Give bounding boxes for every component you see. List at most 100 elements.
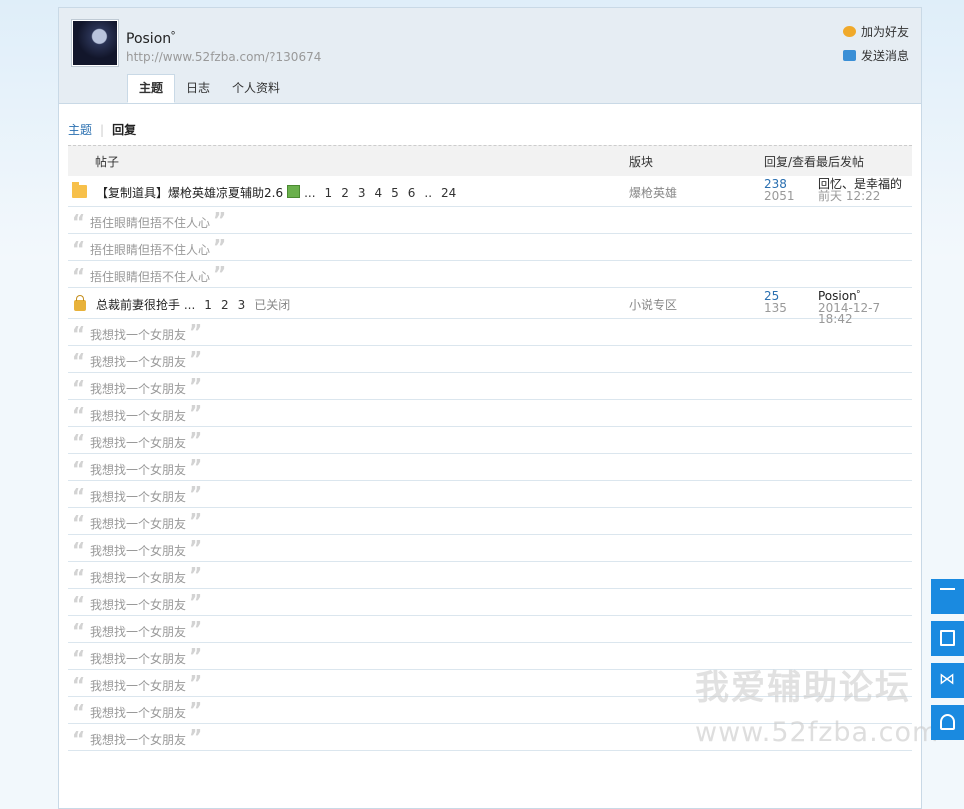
- reply-quote-text[interactable]: 捂住眼睛但捂不住人心”: [90, 261, 226, 290]
- reply-quote: “我想找一个女朋友”: [68, 346, 912, 373]
- page-link[interactable]: 3: [358, 186, 366, 200]
- open-quote-icon: “: [72, 592, 86, 616]
- thread-title[interactable]: 【复制道具】爆枪英雄凉夏辅助2.6: [96, 186, 283, 200]
- open-quote-icon: “: [72, 673, 86, 697]
- document-icon: [940, 630, 955, 646]
- reply-quote: “我想找一个女朋友”: [68, 589, 912, 616]
- header-post: 帖子: [95, 154, 120, 169]
- add-friend-icon: [842, 25, 856, 37]
- watermark-url: www.52fzba.com: [695, 717, 940, 748]
- thread-title[interactable]: 总裁前妻很抢手: [96, 298, 180, 312]
- reply-quote-text[interactable]: 我想找一个女朋友”: [90, 454, 202, 483]
- reply-quote-text[interactable]: 我想找一个女朋友”: [90, 535, 202, 564]
- message-icon: [842, 49, 856, 61]
- close-quote-icon: ”: [189, 428, 203, 452]
- close-quote-icon: ”: [189, 455, 203, 479]
- reply-quote-text[interactable]: 我想找一个女朋友”: [90, 400, 202, 429]
- open-quote-icon: “: [72, 457, 86, 481]
- reply-quote-text[interactable]: 捂住眼睛但捂不住人心”: [90, 234, 226, 263]
- reply-quote-text[interactable]: 我想找一个女朋友”: [90, 724, 202, 753]
- header-stats-last: 回复/查看最后发帖: [764, 153, 864, 170]
- user-button[interactable]: [931, 705, 964, 740]
- thread-row[interactable]: 【复制道具】爆枪英雄凉夏辅助2.6... 1 2 3 4 5 6.. 24 爆枪英雄 238 …: [68, 176, 912, 207]
- open-quote-icon: “: [72, 237, 86, 261]
- close-quote-icon: ”: [189, 698, 203, 722]
- header-stats: 回复/查看: [764, 154, 817, 169]
- closed-label: 已关闭: [254, 298, 291, 312]
- avatar[interactable]: [71, 19, 119, 67]
- reply-quote: “我想找一个女朋友”: [68, 481, 912, 508]
- thread-pages: ... 1 2 3: [184, 298, 254, 312]
- last-post-time: 前天 12:22: [818, 189, 881, 203]
- table-header: 帖子 版块 回复/查看最后发帖: [68, 145, 912, 176]
- reply-quote-text[interactable]: 我想找一个女朋友”: [90, 670, 202, 699]
- page-link[interactable]: 1: [325, 186, 333, 200]
- reply-quote-text[interactable]: 我想找一个女朋友”: [90, 589, 202, 618]
- thread-forum[interactable]: 小说专区: [629, 296, 677, 313]
- page-link[interactable]: 3: [238, 298, 246, 312]
- open-quote-icon: “: [72, 430, 86, 454]
- user-url[interactable]: http://www.52fzba.com/?130674: [126, 50, 321, 64]
- page-link[interactable]: 5: [391, 186, 399, 200]
- send-message-label: 发送消息: [860, 48, 909, 63]
- reply-quote-text[interactable]: 我想找一个女朋友”: [90, 373, 202, 402]
- back-to-top-button[interactable]: [931, 579, 964, 614]
- reply-quote-text[interactable]: 我想找一个女朋友”: [90, 319, 202, 348]
- reply-quote: “我想找一个女朋友”: [68, 427, 912, 454]
- page-link[interactable]: 2: [221, 298, 229, 312]
- reply-quote-text[interactable]: 捂住眼睛但捂不住人心”: [90, 207, 226, 236]
- reply-quote-text[interactable]: 我想找一个女朋友”: [90, 616, 202, 645]
- header-last-post: 最后发帖: [816, 154, 865, 169]
- reply-quote-text[interactable]: 我想找一个女朋友”: [90, 643, 202, 672]
- reply-quote-text[interactable]: 我想找一个女朋友”: [90, 481, 202, 510]
- share-button[interactable]: [931, 663, 964, 698]
- page-link[interactable]: 2: [341, 186, 349, 200]
- page-link[interactable]: 4: [374, 186, 382, 200]
- tab-blog[interactable]: 日志: [175, 74, 221, 103]
- reply-quote: “我想找一个女朋友”: [68, 616, 912, 643]
- thread-forum[interactable]: 爆枪英雄: [629, 184, 677, 201]
- reply-quote: “我想找一个女朋友”: [68, 400, 912, 427]
- username: Posion゜: [126, 31, 186, 47]
- close-quote-icon: ”: [189, 401, 203, 425]
- reply-quote-text[interactable]: 我想找一个女朋友”: [90, 697, 202, 726]
- tab-profile-info[interactable]: 个人资料: [221, 74, 291, 103]
- thread-row[interactable]: 总裁前妻很抢手 ... 1 2 3 已关闭 小说专区 25 135 Posion゜ 20…: [68, 288, 912, 325]
- reply-quote-text[interactable]: 我想找一个女朋友”: [90, 508, 202, 537]
- page-link[interactable]: 24: [441, 186, 456, 200]
- subnav-replies-link[interactable]: 回复: [112, 123, 136, 137]
- close-quote-icon: ”: [189, 320, 203, 344]
- reply-quote: “我想找一个女朋友”: [68, 508, 912, 535]
- open-quote-icon: “: [72, 403, 86, 427]
- close-quote-icon: ”: [189, 563, 203, 587]
- add-friend-button[interactable]: 加为好友: [842, 22, 909, 40]
- image-attachment-icon: [287, 185, 301, 198]
- page-link[interactable]: 6: [408, 186, 416, 200]
- open-quote-icon: “: [72, 727, 86, 751]
- profile-tabs: 主题 日志 个人资料: [127, 74, 291, 103]
- subnav-topics-link[interactable]: 主题: [68, 123, 92, 137]
- thread-title-line: 总裁前妻很抢手 ... 1 2 3 已关闭: [96, 296, 290, 313]
- reply-quote-text[interactable]: 我想找一个女朋友”: [90, 562, 202, 591]
- page-link[interactable]: 1: [204, 298, 212, 312]
- reply-quote-text[interactable]: 我想找一个女朋友”: [90, 346, 202, 375]
- folder-icon: [72, 182, 87, 198]
- reply-quote-text[interactable]: 我想找一个女朋友”: [90, 427, 202, 456]
- thread-views: 2051: [764, 189, 795, 203]
- tab-topics[interactable]: 主题: [127, 74, 176, 103]
- reply-quote: “捂住眼睛但捂不住人心”: [68, 207, 912, 234]
- open-quote-icon: “: [72, 646, 86, 670]
- open-quote-icon: “: [72, 700, 86, 724]
- open-quote-icon: “: [72, 322, 86, 346]
- reply-quote: “我想找一个女朋友”: [68, 319, 912, 346]
- header-forum: 版块: [629, 154, 654, 169]
- add-friend-label: 加为好友: [860, 24, 909, 39]
- open-quote-icon: “: [72, 264, 86, 288]
- close-quote-icon: ”: [189, 590, 203, 614]
- send-message-button[interactable]: 发送消息: [842, 46, 909, 64]
- document-button[interactable]: [931, 621, 964, 656]
- open-quote-icon: “: [72, 210, 86, 234]
- thread-views: 135: [764, 301, 787, 315]
- open-quote-icon: “: [72, 484, 86, 508]
- reply-quote: “我想找一个女朋友”: [68, 562, 912, 589]
